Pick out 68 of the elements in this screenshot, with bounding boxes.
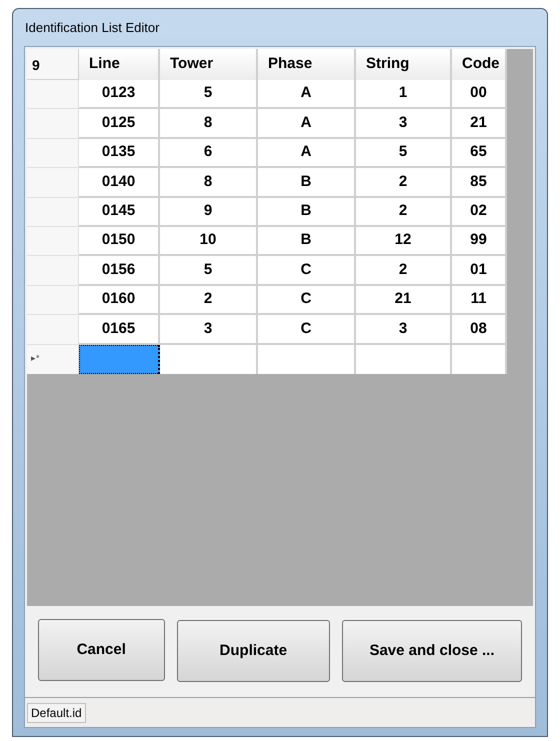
table-cell: B [258,226,356,256]
table-cell: A [258,80,356,110]
table-cell: C [258,315,356,345]
dialog-button[interactable]: Duplicate [176,620,330,682]
table-cell: 0140 [79,168,160,198]
table-cell: 08 [452,315,507,345]
table-cell: 0150 [79,226,160,256]
table-cell: C [258,286,356,316]
row-header[interactable] [27,286,79,316]
table-cell: 9 [160,198,258,227]
row-header[interactable] [27,80,79,110]
table-cell: 0156 [79,256,160,286]
dialog-button[interactable]: Save and close ... [342,620,522,682]
table-cell: 1 [356,80,452,110]
table-cell: A [258,138,356,168]
table-cell: 0145 [79,198,160,227]
row-header[interactable] [27,198,79,227]
column-header[interactable]: String [356,49,452,80]
table-cell: 02 [452,198,507,227]
table-cell: 2 [356,198,452,227]
table-cell: B [258,168,356,198]
table-cell: 2 [356,256,452,286]
table-cell: 5 [160,80,258,110]
new-row-marker: ▸* [31,352,40,366]
table-cell: 0160 [79,286,160,316]
table-cell: 2 [356,168,452,198]
status-file: Default.id [27,702,86,722]
table-cell: 11 [452,286,507,316]
row-header[interactable] [27,226,79,256]
row-header[interactable] [27,256,79,286]
table-cell: 3 [356,315,452,345]
table-cell: 3 [356,109,452,139]
table-cell: 5 [160,256,258,286]
table-cell: A [258,109,356,139]
table-cell: 0165 [79,315,160,345]
table-cell: 2 [160,286,258,316]
column-header[interactable]: Phase [258,49,356,80]
table-cell: 5 [356,138,452,168]
column-header[interactable]: Code [452,49,507,80]
table-cell: 0135 [79,138,160,168]
table-cell: 01 [452,256,507,286]
row-header[interactable]: ▸* [27,344,79,374]
table-cell: 0123 [79,80,160,110]
table-cell: 3 [160,315,258,345]
row-header[interactable] [27,315,79,345]
table-cell: 10 [160,226,258,256]
table-cell: B [258,198,356,227]
window-title: Identification List Editor [25,18,160,37]
table-cell[interactable] [79,344,160,374]
table-cell: 21 [356,286,452,316]
row-header[interactable] [27,168,79,198]
row-header[interactable] [27,109,79,139]
table-cell: 0125 [79,109,160,139]
table-cell: 85 [452,168,507,198]
table-cell: 6 [160,138,258,168]
table-cell: 00 [452,80,507,110]
table-cell: 12 [356,226,452,256]
row-header[interactable] [27,138,79,168]
table-cell: 99 [452,226,507,256]
table-cell: 65 [452,138,507,168]
table-cell: 8 [160,109,258,139]
column-header[interactable]: Line [79,49,160,80]
column-header[interactable]: Tower [160,49,258,80]
table-cell: C [258,256,356,286]
table-cell: 8 [160,168,258,198]
table-cell: 21 [452,109,507,139]
row-count-header: 9 [27,49,79,80]
dialog-button[interactable]: Cancel [38,619,165,681]
